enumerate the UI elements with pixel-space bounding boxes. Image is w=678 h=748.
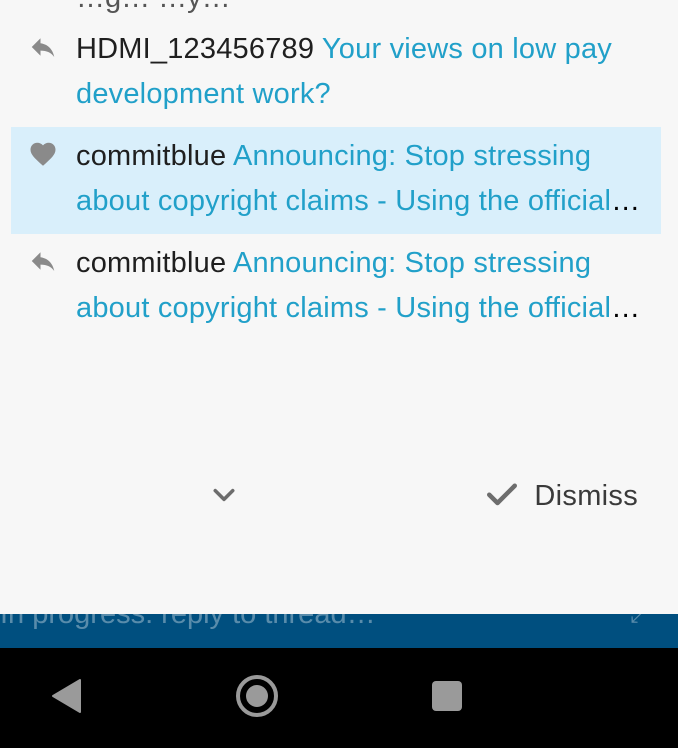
android-nav-bar [0,648,678,748]
notification-footer: Dismiss [0,470,678,522]
notifications-panel: …g… …y… HDMI_123456789 Your views on low… [0,0,678,748]
home-button[interactable] [232,673,282,723]
composer-strip[interactable]: In progress: reply to thread… ⤢ [0,614,678,648]
notification-username: commitblue [76,247,227,279]
home-circle-icon [234,673,280,724]
dismiss-label: Dismiss [534,479,638,512]
heart-icon [28,139,58,169]
dismiss-button[interactable]: Dismiss [484,472,638,520]
reply-icon [28,246,58,276]
show-more-button[interactable] [203,476,245,518]
back-triangle-icon [49,677,83,720]
check-icon [484,476,520,517]
notification-list: HDMI_123456789 Your views on low pay dev… [11,20,661,341]
notification-text: commitblue Announcing: Stop stressing ab… [76,134,641,224]
notification-item-like[interactable]: commitblue Announcing: Stop stressing ab… [11,127,661,234]
notification-text: HDMI_123456789 Your views on low pay dev… [76,27,641,117]
notification-username: HDMI_123456789 [76,33,315,65]
chevron-down-icon [209,480,239,515]
notification-text: commitblue Announcing: Stop stressing ab… [76,241,641,331]
notification-username: commitblue [76,140,227,172]
notification-item-reply[interactable]: HDMI_123456789 Your views on low pay dev… [11,20,661,127]
reply-icon [28,32,58,62]
expand-composer-icon[interactable]: ⤢ [630,614,648,628]
recents-button[interactable] [422,673,472,723]
composer-hint: In progress: reply to thread… [0,614,376,630]
recents-square-icon [431,680,463,717]
partial-notification-text: …g… …y… [76,0,231,15]
notification-item-reply[interactable]: commitblue Announcing: Stop stressing ab… [11,234,661,341]
back-button[interactable] [41,673,91,723]
